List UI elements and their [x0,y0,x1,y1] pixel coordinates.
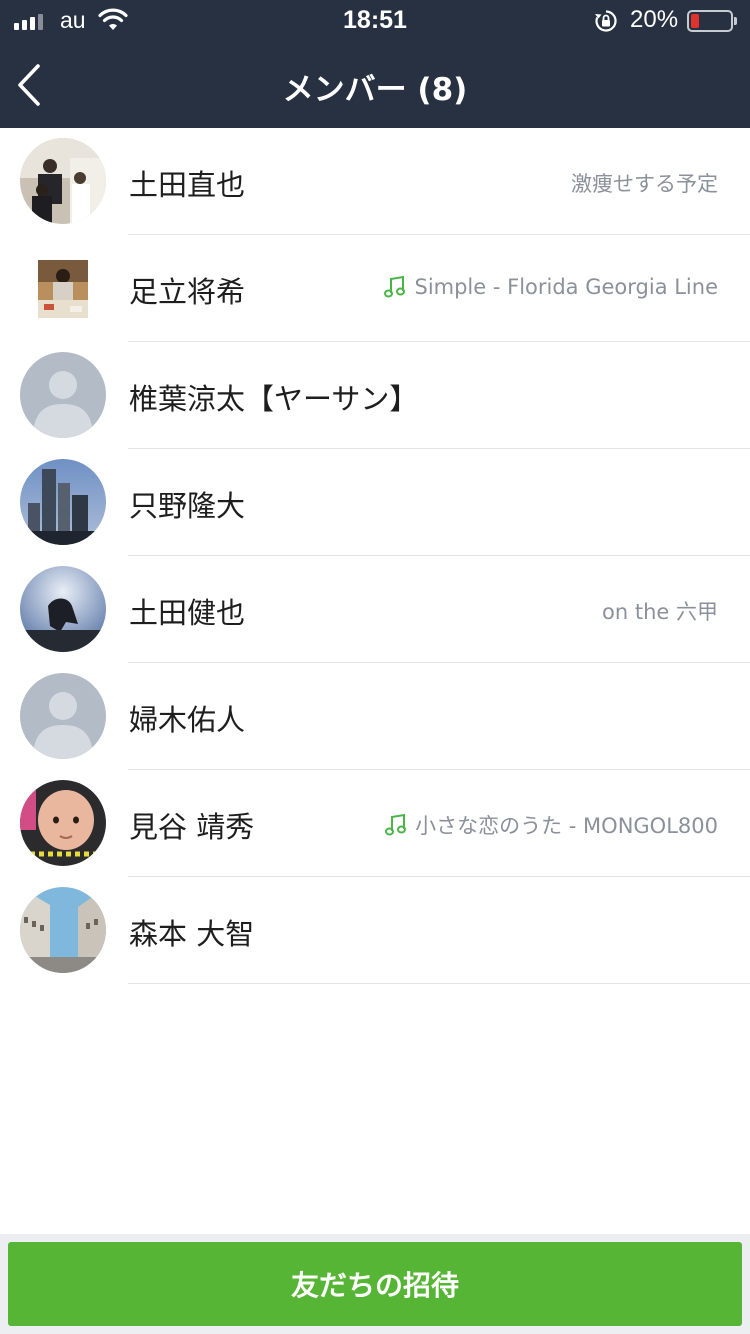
status-message-text: on the 六甲 [602,600,718,624]
list-item[interactable]: 婦木佑人 [0,663,750,770]
list-item[interactable]: 土田直也 激痩せする予定 [0,128,750,235]
avatar [20,566,106,652]
battery-level [691,14,699,28]
status-message-text: 激痩せする予定 [571,172,718,196]
member-list: 土田直也 激痩せする予定 足立将希 Simple - Florida Georg… [0,128,750,984]
status-message: 小さな恋のうた - MONGOL800 [385,810,718,840]
member-name: 婦木佑人 [129,703,246,737]
avatar [20,352,106,438]
invite-friends-button[interactable]: 友だちの招待 [8,1242,742,1326]
member-name: 土田直也 [129,168,246,202]
member-name: 土田健也 [129,596,246,630]
avatar [20,780,106,866]
music-note-icon [384,275,406,298]
avatar [20,673,106,759]
list-item[interactable]: 土田健也 on the 六甲 [0,556,750,663]
battery-icon [687,10,737,32]
bottom-bar: 友だちの招待 [0,1234,750,1334]
list-item[interactable]: 椎葉涼太【ヤーサン】 [0,342,750,449]
avatar [20,887,106,973]
list-item[interactable]: 森本 大智 [0,877,750,984]
avatar [20,459,106,545]
page-title: メンバー (8) [282,72,468,108]
battery-percent: 20% [630,6,679,33]
music-note-icon [385,813,407,836]
status-message-text: Simple - Florida Georgia Line [414,275,718,299]
member-name: 森本 大智 [129,917,255,951]
status-message: Simple - Florida Georgia Line [384,275,718,299]
status-message: 激痩せする予定 [571,168,718,198]
list-item[interactable]: 見谷 靖秀 小さな恋のうた - MONGOL800 [0,770,750,877]
avatar [20,138,106,224]
list-item[interactable]: 只野隆大 [0,449,750,556]
avatar [38,260,88,318]
status-message-text: 小さな恋のうた - MONGOL800 [415,814,718,838]
top-bar: au 18:51 20% メンバー (8) [0,0,750,128]
list-item[interactable]: 足立将希 Simple - Florida Georgia Line [0,235,750,342]
member-name: 椎葉涼太【ヤーサン】 [129,382,419,416]
member-name: 見谷 靖秀 [129,810,255,844]
nav-bar: メンバー (8) [0,42,750,128]
divider [128,983,750,984]
status-message: on the 六甲 [602,596,718,626]
member-name: 只野隆大 [129,489,246,523]
rotation-lock-icon [595,10,617,32]
status-bar: au 18:51 20% [0,0,750,42]
member-name: 足立将希 [129,275,246,309]
